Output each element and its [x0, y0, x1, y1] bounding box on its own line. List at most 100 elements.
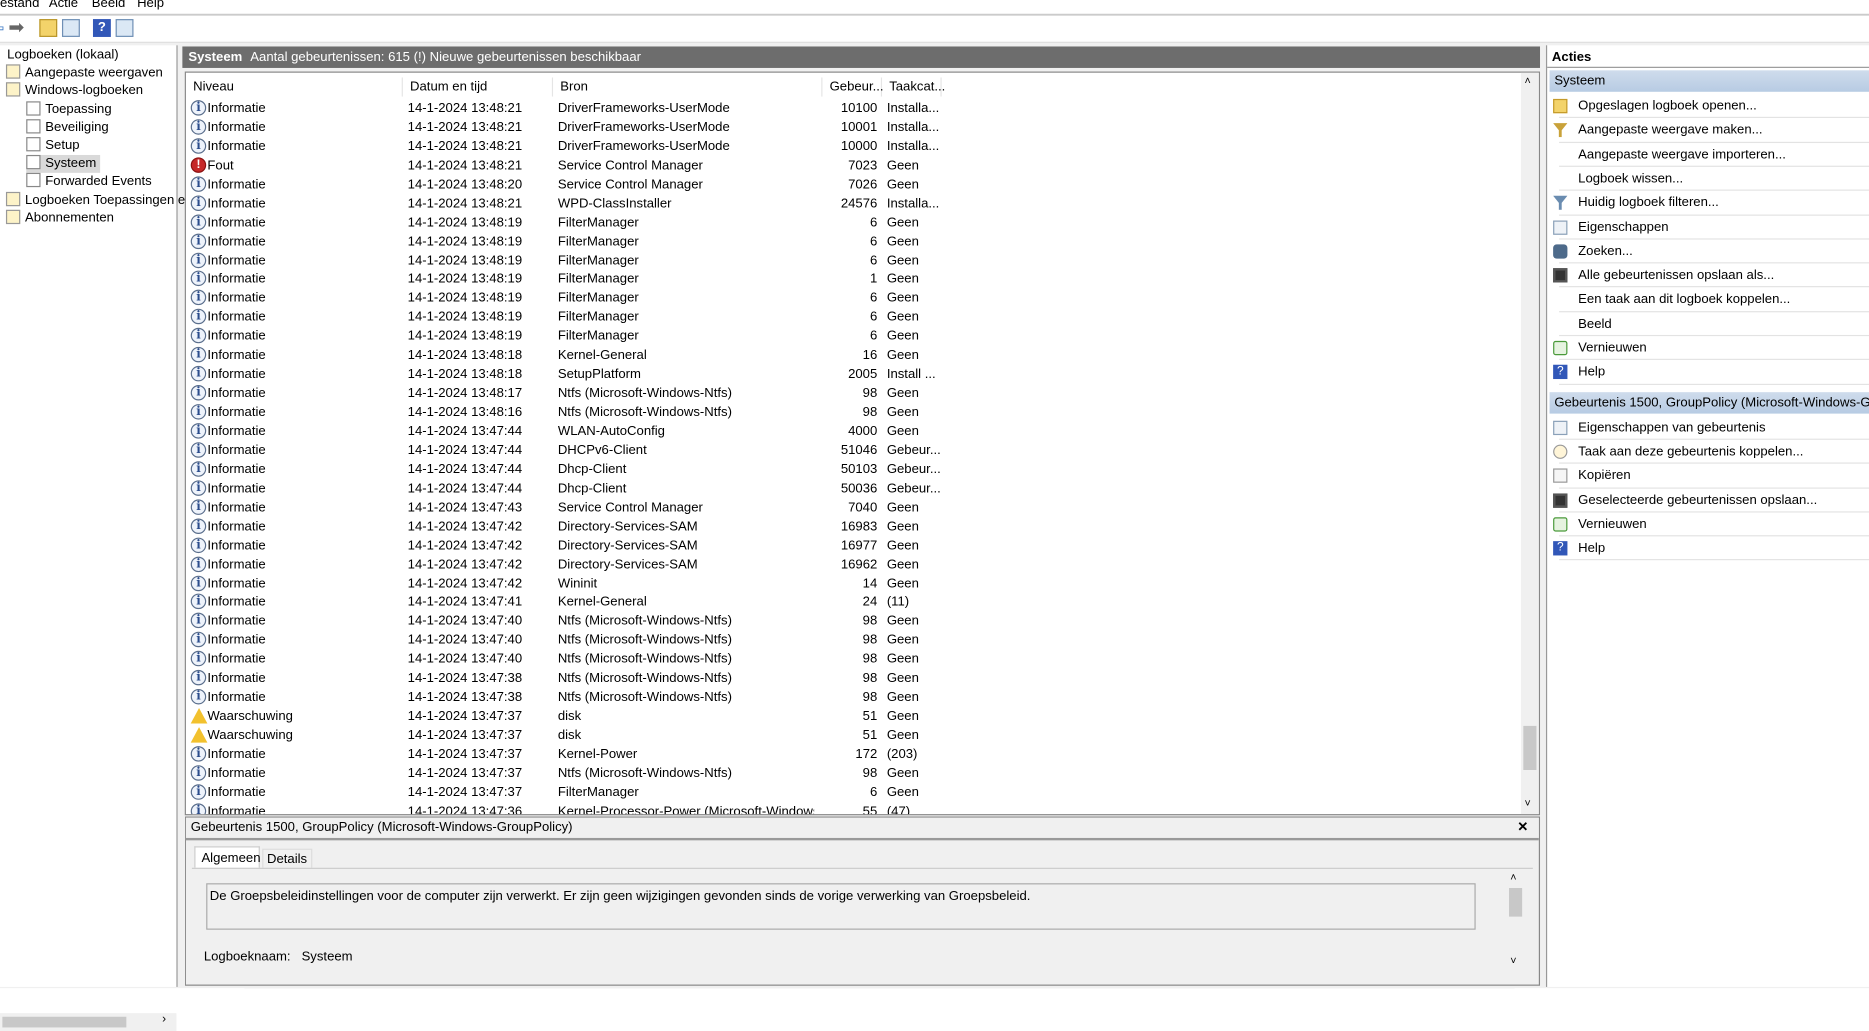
tree-item-beveiliging[interactable]: Beveiliging: [26, 118, 109, 137]
table-row[interactable]: Waarschuwing 14-1-2024 13:47:37 disk 51 Geen: [186, 726, 1519, 745]
menu-bestand[interactable]: estand: [0, 0, 39, 11]
table-row[interactable]: i Informatie 14-1-2024 13:47:37 Kernel-Powe…: [186, 745, 1519, 764]
scroll-up-icon[interactable]: ˄: [1525, 75, 1531, 87]
scrollbar-thumb[interactable]: [1523, 725, 1537, 771]
table-row[interactable]: i Informatie 14-1-2024 13:48:19 FilterManag…: [186, 327, 1519, 346]
actions-section-header[interactable]: Systeem: [1549, 70, 1869, 92]
table-row[interactable]: i Informatie 14-1-2024 13:48:18 SetupPlatfo…: [186, 365, 1519, 384]
tree-item-aangepaste-weergaven[interactable]: Aangepaste weergaven: [5, 64, 163, 83]
table-row[interactable]: i Informatie 14-1-2024 13:47:40 Ntfs (Micro…: [186, 631, 1519, 650]
action-zoeken[interactable]: Zoeken...: [1547, 239, 1869, 263]
table-row[interactable]: i Informatie 14-1-2024 13:47:44 Dhcp-Client…: [186, 479, 1519, 498]
menu-help[interactable]: Help: [137, 0, 164, 11]
actions-section-header[interactable]: Gebeurtenis 1500, GroupPolicy (Microsoft…: [1549, 391, 1869, 414]
table-row[interactable]: i Informatie 14-1-2024 13:48:19 FilterManag…: [186, 213, 1519, 232]
table-row[interactable]: i Informatie 14-1-2024 13:47:42 Wininit 14 Ge…: [186, 574, 1519, 593]
tree-item-logboeken-lokaal-[interactable]: Logboeken (lokaal): [7, 46, 119, 64]
vertical-scrollbar[interactable]: ˄ ˅: [1520, 72, 1539, 815]
tree-item-windows-logboeken[interactable]: Windows-logboeken: [5, 82, 143, 101]
column-header-taakcategorie[interactable]: Taakcat...: [882, 77, 945, 97]
table-row[interactable]: i Informatie 14-1-2024 13:47:36 Kernel-Proc…: [186, 802, 1519, 815]
back-icon[interactable]: ⇦: [0, 18, 8, 37]
table-row[interactable]: i Informatie 14-1-2024 13:48:19 FilterManag…: [186, 270, 1519, 289]
table-row[interactable]: i Informatie 14-1-2024 13:48:20 Service Con…: [186, 175, 1519, 194]
table-row[interactable]: i Informatie 14-1-2024 13:48:19 FilterManag…: [186, 289, 1519, 308]
action-aangepaste-weergave-importeren[interactable]: Aangepaste weergave importeren...: [1547, 143, 1869, 167]
menu-actie[interactable]: Actie: [49, 0, 78, 11]
tree-item-logboeken-toepassingen-en[interactable]: Logboeken Toepassingen en: [5, 191, 193, 209]
table-row[interactable]: i Informatie 14-1-2024 13:47:38 Ntfs (Micro…: [186, 669, 1519, 688]
table-row[interactable]: i Informatie 14-1-2024 13:48:21 DriverFrame…: [186, 137, 1519, 156]
action-kopi-ren[interactable]: Kopiëren: [1547, 464, 1869, 488]
tree-item-forwarded-events[interactable]: Forwarded Events: [26, 173, 152, 191]
task-category: Geen: [886, 728, 919, 743]
action-vernieuwen[interactable]: Vernieuwen: [1547, 336, 1869, 360]
action-een-taak-aan-dit-logboek-koppelen[interactable]: Een taak aan dit logboek koppelen...: [1547, 288, 1869, 312]
table-row[interactable]: i Informatie 14-1-2024 13:47:37 Ntfs (Micro…: [186, 764, 1519, 783]
table-row[interactable]: i Informatie 14-1-2024 13:47:38 Ntfs (Micro…: [186, 688, 1519, 707]
close-icon[interactable]: ✕: [1517, 818, 1528, 838]
tree-item-setup[interactable]: Setup: [26, 137, 80, 155]
table-row[interactable]: i Informatie 14-1-2024 13:48:19 FilterManag…: [186, 308, 1519, 327]
action-eigenschappen[interactable]: Eigenschappen: [1547, 215, 1869, 239]
table-row[interactable]: ! Fout 14-1-2024 13:48:21 Service Control M…: [186, 156, 1519, 175]
table-row[interactable]: i Informatie 14-1-2024 13:47:42 Directory-S…: [186, 536, 1519, 555]
table-row[interactable]: i Informatie 14-1-2024 13:47:42 Directory-S…: [186, 555, 1519, 574]
table-row[interactable]: i Informatie 14-1-2024 13:47:44 DHCPv6-Clie…: [186, 441, 1519, 460]
column-header-niveau[interactable]: Niveau: [186, 77, 403, 97]
detail-vertical-scrollbar[interactable]: ˄ ˅: [1507, 871, 1525, 969]
action-beeld[interactable]: Beeld: [1547, 312, 1869, 336]
action-eigenschappen-van-gebeurtenis[interactable]: Eigenschappen van gebeurtenis: [1547, 416, 1869, 440]
scrollbar-thumb[interactable]: [1509, 888, 1523, 917]
scroll-up-icon[interactable]: ˄: [1510, 871, 1516, 883]
horizontal-scrollbar[interactable]: ›: [0, 1013, 177, 1031]
action-aangepaste-weergave-maken[interactable]: Aangepaste weergave maken...: [1547, 118, 1869, 142]
scroll-down-icon[interactable]: ˅: [1525, 797, 1531, 809]
action-alle-gebeurtenissen-opslaan-als[interactable]: Alle gebeurtenissen opslaan als...: [1547, 264, 1869, 288]
table-row[interactable]: i Informatie 14-1-2024 13:47:42 Directory-S…: [186, 517, 1519, 536]
show-hide-action-pane-icon[interactable]: [115, 19, 134, 37]
action-help[interactable]: ? Help: [1547, 360, 1869, 384]
table-row[interactable]: i Informatie 14-1-2024 13:47:40 Ntfs (Micro…: [186, 612, 1519, 631]
info-icon: i: [190, 651, 207, 667]
table-row[interactable]: Waarschuwing 14-1-2024 13:47:37 disk 51 Geen: [186, 707, 1519, 726]
tab-algemeen[interactable]: Algemeen: [194, 846, 260, 868]
show-hide-tree-icon[interactable]: [61, 19, 80, 37]
open-folder-icon[interactable]: [39, 19, 58, 37]
date-time: 14-1-2024 13:47:43: [407, 500, 523, 515]
help-icon[interactable]: ?: [92, 19, 111, 37]
forward-icon[interactable]: ➡: [8, 18, 26, 37]
column-header-gebeurtenis-id[interactable]: Gebeur...: [822, 77, 884, 97]
table-row[interactable]: i Informatie 14-1-2024 13:47:43 Service Con…: [186, 498, 1519, 517]
scrollbar-thumb[interactable]: [2, 1016, 127, 1028]
action-huidig-logboek-filteren[interactable]: Huidig logboek filteren...: [1547, 191, 1869, 215]
action-help[interactable]: ? Help: [1547, 536, 1869, 560]
table-row[interactable]: i Informatie 14-1-2024 13:48:19 FilterManag…: [186, 232, 1519, 251]
table-row[interactable]: i Informatie 14-1-2024 13:48:16 Ntfs (Micro…: [186, 403, 1519, 422]
table-row[interactable]: i Informatie 14-1-2024 13:48:21 WPD-ClassIn…: [186, 194, 1519, 213]
table-row[interactable]: i Informatie 14-1-2024 13:48:21 DriverFrame…: [186, 118, 1519, 137]
table-row[interactable]: i Informatie 14-1-2024 13:47:37 FilterManag…: [186, 783, 1519, 802]
table-row[interactable]: i Informatie 14-1-2024 13:47:44 Dhcp-Client…: [186, 460, 1519, 479]
tree-item-abonnementen[interactable]: Abonnementen: [5, 209, 114, 228]
column-header-datum[interactable]: Datum en tijd: [403, 77, 554, 97]
table-row[interactable]: i Informatie 14-1-2024 13:48:21 DriverFrame…: [186, 99, 1519, 118]
column-header-bron[interactable]: Bron: [553, 77, 823, 97]
task-category: Geen: [886, 652, 919, 667]
action-opgeslagen-logboek-openen[interactable]: Opgeslagen logboek openen...: [1547, 94, 1869, 118]
action-vernieuwen[interactable]: Vernieuwen: [1547, 512, 1869, 536]
table-row[interactable]: i Informatie 14-1-2024 13:48:17 Ntfs (Micro…: [186, 384, 1519, 403]
table-row[interactable]: i Informatie 14-1-2024 13:47:40 Ntfs (Micro…: [186, 650, 1519, 669]
tree-item-systeem[interactable]: Systeem: [26, 155, 100, 174]
table-row[interactable]: i Informatie 14-1-2024 13:47:44 WLAN-AutoCo…: [186, 422, 1519, 441]
tree-item-toepassing[interactable]: Toepassing: [26, 100, 112, 119]
action-logboek-wissen[interactable]: Logboek wissen...: [1547, 167, 1869, 191]
action-taak-aan-deze-gebeurtenis-koppelen[interactable]: Taak aan deze gebeurtenis koppelen...: [1547, 440, 1869, 464]
table-row[interactable]: i Informatie 14-1-2024 13:48:19 FilterManag…: [186, 251, 1519, 270]
menu-beeld[interactable]: Beeld: [92, 0, 126, 11]
scroll-right-icon[interactable]: ›: [162, 1013, 166, 1026]
table-row[interactable]: i Informatie 14-1-2024 13:47:41 Kernel-Gene…: [186, 593, 1519, 612]
action-geselecteerde-gebeurtenissen-opslaan[interactable]: Geselecteerde gebeurtenissen opslaan...: [1547, 488, 1869, 512]
table-row[interactable]: i Informatie 14-1-2024 13:48:18 Kernel-Gene…: [186, 346, 1519, 365]
scroll-down-icon[interactable]: ˅: [1510, 955, 1516, 967]
